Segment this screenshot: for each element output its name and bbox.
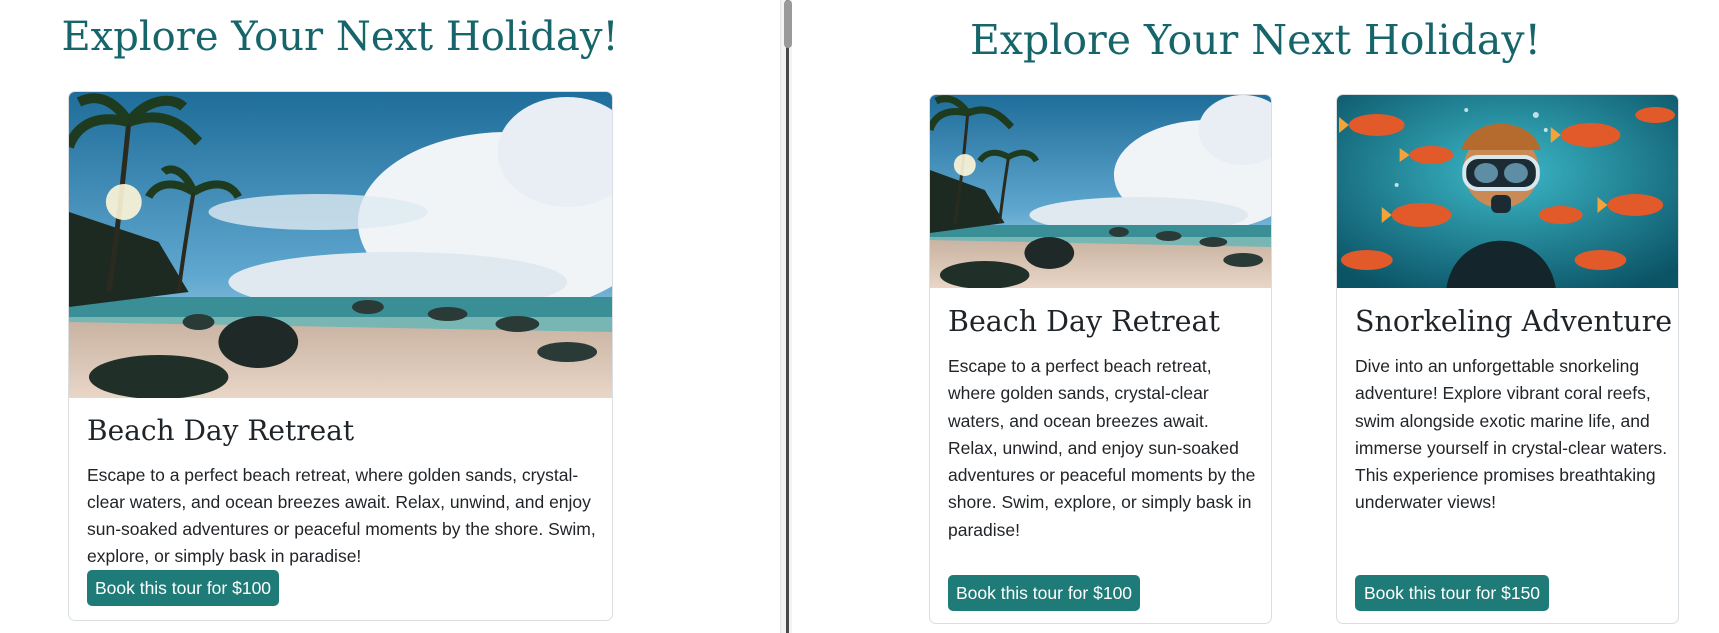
snorkel-image (1337, 95, 1678, 288)
card-title: Beach Day Retreat (87, 414, 355, 447)
page-title: Explore Your Next Holiday! (970, 16, 1541, 64)
card-title: Beach Day Retreat (948, 305, 1220, 338)
tour-card-beach: Beach Day Retreat Escape to a perfect be… (68, 91, 613, 621)
card-description: Escape to a perfect beach retreat, where… (87, 465, 596, 566)
tour-card-snorkeling: Snorkeling Adventure Dive into an unforg… (1336, 94, 1679, 624)
book-tour-button[interactable]: Book this tour for $150 (1355, 575, 1549, 611)
beach-image (930, 95, 1271, 288)
right-viewport: Explore Your Next Holiday! Beach Day Ret… (792, 0, 1719, 633)
pane-divider[interactable] (780, 0, 792, 633)
beach-image (69, 92, 612, 398)
tour-card-beach: Beach Day Retreat Escape to a perfect be… (929, 94, 1272, 624)
book-tour-button[interactable]: Book this tour for $100 (948, 575, 1140, 611)
card-description: Escape to a perfect beach retreat, where… (948, 356, 1256, 540)
left-viewport: Explore Your Next Holiday! Beach Day Ret… (0, 0, 780, 633)
page-title: Explore Your Next Holiday! (61, 14, 619, 60)
divider-line (786, 0, 789, 633)
book-tour-button[interactable]: Book this tour for $100 (87, 570, 279, 606)
card-title: Snorkeling Adventure (1355, 305, 1673, 338)
card-description: Dive into an unforgettable snorkeling ad… (1355, 356, 1668, 513)
scrollbar-thumb[interactable] (784, 0, 792, 48)
